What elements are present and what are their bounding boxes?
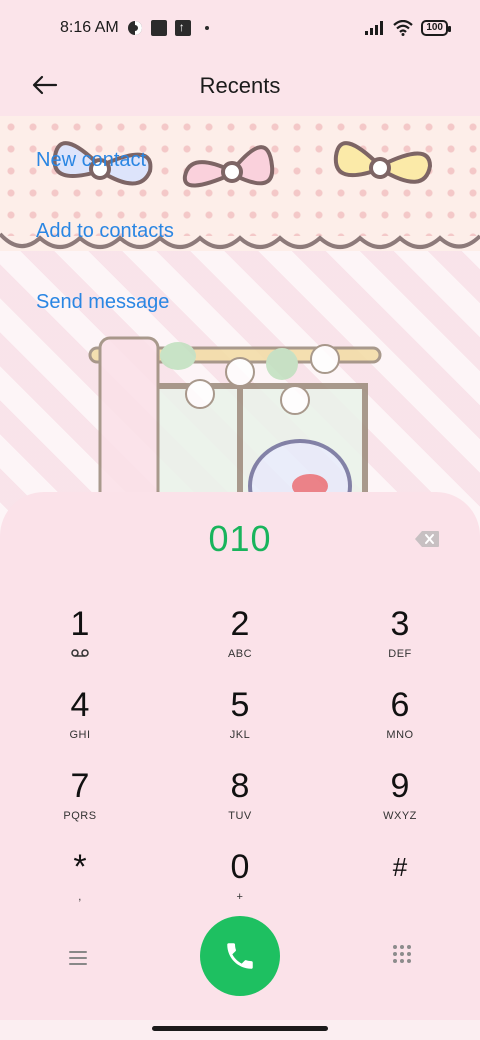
key-letters: ABC (227, 648, 253, 660)
dialpad-icon (393, 945, 397, 949)
key-star[interactable]: * , (20, 847, 140, 919)
key-letters: PQRS (63, 810, 97, 822)
key-digit: 1 (70, 605, 90, 643)
key-letters: DEF (388, 648, 412, 660)
key-4[interactable]: 4 GHI (20, 685, 140, 757)
page-title: Recents (199, 73, 281, 98)
key-hash[interactable]: # (340, 847, 460, 919)
new-contact-link[interactable]: New contact (36, 146, 174, 217)
backspace-icon (415, 531, 439, 547)
key-letters: GHI (69, 729, 91, 741)
key-digit: 4 (70, 686, 90, 724)
call-button[interactable] (200, 916, 280, 996)
contact-actions: New contact Add to contacts Send message (36, 146, 174, 359)
send-message-link[interactable]: Send message (36, 288, 174, 359)
key-2[interactable]: 2 ABC (180, 604, 300, 676)
backspace-button[interactable] (414, 530, 440, 548)
dialer-panel: 010 1 2 ABC 3 DEF 4 GHI 5 JKL 6 MNO 7 PQ… (0, 492, 480, 1020)
app-header: Recents (0, 56, 480, 116)
dot-icon (204, 26, 209, 30)
key-7[interactable]: 7 PQRS (20, 766, 140, 838)
status-right: 100 (365, 20, 451, 36)
key-8[interactable]: 8 TUV (180, 766, 300, 838)
key-digit: 6 (390, 686, 410, 724)
key-digit: 5 (230, 686, 250, 724)
key-letters (340, 891, 460, 905)
back-button[interactable] (28, 68, 62, 102)
voicemail-icon (20, 648, 140, 662)
upload-icon (174, 20, 191, 36)
key-digit: 9 (390, 767, 410, 805)
add-to-contacts-link[interactable]: Add to contacts (36, 217, 174, 288)
key-letters: , (78, 891, 82, 903)
key-digit: 8 (230, 767, 250, 805)
key-0[interactable]: 0 + (180, 847, 300, 919)
dialer-bottom-bar (0, 916, 480, 996)
key-letters: TUV (228, 810, 252, 822)
dialed-number[interactable]: 010 (0, 518, 480, 560)
key-digit: 0 (230, 848, 250, 886)
key-6[interactable]: 6 MNO (340, 685, 460, 757)
home-indicator[interactable] (152, 1026, 328, 1031)
arrow-left-icon (32, 75, 58, 95)
key-letters: WXYZ (383, 810, 417, 822)
bow-yellow-icon (333, 141, 433, 184)
key-1[interactable]: 1 (20, 604, 140, 676)
battery-icon: 100 (421, 20, 451, 36)
bow-pink-icon (182, 145, 275, 188)
key-3[interactable]: 3 DEF (340, 604, 460, 676)
key-digit: 7 (70, 767, 90, 805)
wallpaper-background: New contact Add to contacts Send message (0, 116, 480, 536)
signal-icon (365, 21, 384, 35)
square-notification-icon (150, 20, 167, 36)
key-digit: 2 (230, 605, 250, 643)
key-digit: * (73, 848, 87, 886)
status-bar: 8:16 AM 100 (0, 0, 480, 56)
menu-icon (69, 951, 87, 953)
key-letters: JKL (229, 729, 251, 741)
key-digit: 3 (390, 605, 410, 643)
wifi-icon (393, 20, 414, 36)
key-letters: + (236, 891, 244, 903)
dialpad-toggle-button[interactable] (390, 942, 414, 966)
key-digit: # (392, 852, 408, 882)
key-9[interactable]: 9 WXYZ (340, 766, 460, 838)
key-letters: MNO (386, 729, 414, 741)
key-5[interactable]: 5 JKL (180, 685, 300, 757)
menu-button[interactable] (62, 942, 94, 974)
status-time: 8:16 AM (60, 19, 119, 36)
phone-icon (227, 943, 253, 969)
status-left: 8:16 AM (60, 19, 209, 37)
theme-icon (127, 21, 142, 35)
